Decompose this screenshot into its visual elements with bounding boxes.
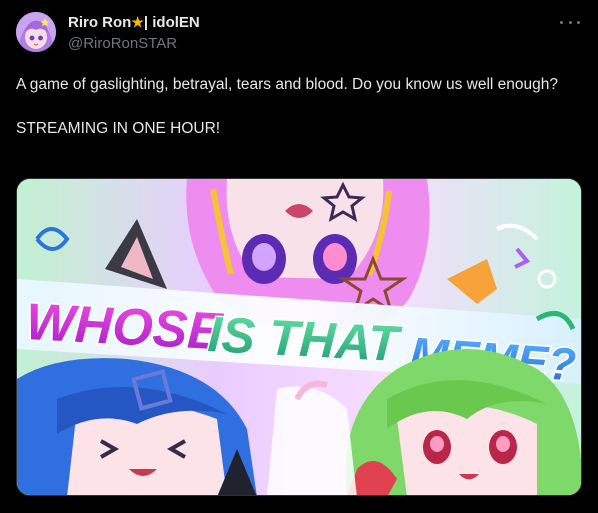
- tweet[interactable]: Riro Ron★| idolEN @RiroRonSTAR A game of…: [0, 0, 598, 513]
- tweet-media-image[interactable]: WHOSE IS THAT MEME?: [16, 178, 582, 496]
- author-names: Riro Ron★| idolEN @RiroRonSTAR: [68, 13, 200, 54]
- title-word-1: WHOSE: [24, 293, 225, 361]
- name-suffix: | idolEN: [143, 14, 200, 31]
- title-word-2: IS THAT: [206, 306, 404, 372]
- avatar[interactable]: [16, 12, 56, 52]
- star-icon: ★: [131, 14, 144, 30]
- tweet-text-line-1: A game of gaslighting, betrayal, tears a…: [16, 76, 558, 93]
- more-horizontal-icon[interactable]: [560, 14, 580, 30]
- display-name[interactable]: Riro Ron★| idolEN: [68, 13, 200, 32]
- display-name-text: Riro Ron: [68, 14, 132, 31]
- user-handle[interactable]: @RiroRonSTAR: [68, 34, 200, 54]
- tweet-text: A game of gaslighting, betrayal, tears a…: [16, 74, 576, 140]
- tweet-text-line-2: STREAMING IN ONE HOUR!: [16, 120, 221, 137]
